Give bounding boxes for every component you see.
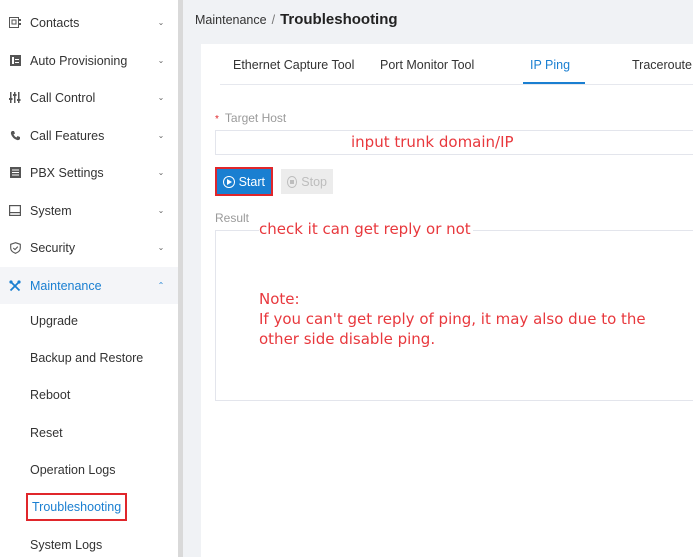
- phone-icon: [8, 130, 22, 141]
- chevron-down-icon: ⌄: [157, 168, 165, 177]
- tools-icon: [8, 279, 22, 292]
- sidebar-subitem-system-logs[interactable]: System Logs: [30, 535, 102, 555]
- sidebar-item-label: Security: [30, 240, 76, 255]
- play-icon: [223, 175, 235, 188]
- target-host-label: * Target Host: [215, 111, 286, 125]
- sidebar-subitem-operation-logs[interactable]: Operation Logs: [30, 460, 115, 480]
- tab-traceroute[interactable]: Traceroute: [632, 58, 692, 72]
- page-title: Troubleshooting: [280, 11, 398, 28]
- result-label: Result: [215, 211, 250, 225]
- breadcrumb: Maintenance / Troubleshooting: [195, 11, 398, 28]
- annotation-note-title: Note:: [259, 290, 300, 308]
- sidebar-subitem-troubleshooting[interactable]: Troubleshooting: [25, 493, 128, 521]
- sidebar-item-maintenance[interactable]: Maintenance ⌃: [0, 267, 178, 304]
- annotation-result-hint: check it can get reply or not: [259, 220, 473, 238]
- annotation-note: Note: If you can't get reply of ping, it…: [259, 289, 689, 349]
- start-button-label: Start: [238, 174, 265, 189]
- contacts-icon: [8, 17, 22, 28]
- app-root: Contacts ⌄ Auto Provisioning ⌄ Call Cont…: [0, 0, 693, 557]
- sidebar-item-auto-provisioning[interactable]: Auto Provisioning ⌄: [0, 42, 178, 79]
- sidebar-item-label: PBX Settings: [30, 165, 104, 180]
- sidebar-item-label: System: [30, 203, 72, 218]
- sidebar-item-label: Maintenance: [30, 278, 102, 293]
- annotation-input-hint: input trunk domain/IP: [351, 133, 514, 151]
- sidebar-item-security[interactable]: Security ⌄: [0, 229, 178, 266]
- sidebar-item-call-control[interactable]: Call Control ⌄: [0, 79, 178, 116]
- start-button[interactable]: Start: [215, 167, 273, 196]
- stop-icon: [287, 175, 298, 188]
- monitor-icon: [8, 205, 22, 216]
- sidebar-item-pbx-settings[interactable]: PBX Settings ⌄: [0, 154, 178, 191]
- auto-provisioning-icon: [8, 55, 22, 66]
- sidebar-item-label: Auto Provisioning: [30, 53, 128, 68]
- chevron-down-icon: ⌄: [157, 206, 165, 215]
- pbx-settings-icon: [8, 167, 22, 178]
- tab-ethernet-capture-tool[interactable]: Ethernet Capture Tool: [233, 58, 354, 72]
- call-control-icon: [8, 92, 22, 103]
- chevron-down-icon: ⌄: [157, 93, 165, 102]
- required-mark: *: [215, 114, 219, 125]
- main-content: Maintenance / Troubleshooting Ethernet Cap…: [195, 0, 693, 557]
- sidebar-item-contacts[interactable]: Contacts ⌄: [0, 4, 178, 41]
- tab-bar: Ethernet Capture Tool Port Monitor Tool …: [220, 44, 693, 85]
- annotation-note-body: If you can't get reply of ping, it may a…: [259, 310, 646, 348]
- tab-port-monitor-tool[interactable]: Port Monitor Tool: [380, 58, 474, 72]
- chevron-down-icon: ⌄: [157, 131, 165, 140]
- sidebar-item-label: Contacts: [30, 15, 80, 30]
- stop-button[interactable]: Stop: [281, 169, 333, 194]
- chevron-down-icon: ⌄: [157, 243, 165, 252]
- chevron-up-icon: ⌃: [157, 281, 165, 290]
- sidebar-subitem-reset[interactable]: Reset: [30, 423, 63, 443]
- gutter: [183, 0, 195, 557]
- troubleshooting-panel: Ethernet Capture Tool Port Monitor Tool …: [201, 44, 693, 557]
- chevron-down-icon: ⌄: [157, 56, 165, 65]
- stop-button-label: Stop: [301, 174, 327, 189]
- sidebar-subitem-backup-and-restore[interactable]: Backup and Restore: [30, 348, 143, 368]
- chevron-down-icon: ⌄: [157, 18, 165, 27]
- sidebar: Contacts ⌄ Auto Provisioning ⌄ Call Cont…: [0, 0, 178, 557]
- breadcrumb-separator: /: [271, 13, 276, 27]
- sidebar-subitem-reboot[interactable]: Reboot: [30, 385, 70, 405]
- shield-icon: [8, 241, 22, 254]
- tab-ip-ping[interactable]: IP Ping: [530, 58, 570, 72]
- target-host-label-text: Target Host: [224, 111, 287, 125]
- sidebar-subitem-upgrade[interactable]: Upgrade: [30, 311, 78, 331]
- sidebar-item-call-features[interactable]: Call Features ⌄: [0, 117, 178, 154]
- sidebar-item-label: Call Control: [30, 90, 96, 105]
- sidebar-item-label: Call Features: [30, 128, 105, 143]
- sidebar-item-system[interactable]: System ⌄: [0, 192, 178, 229]
- active-tab-indicator: [523, 82, 585, 84]
- breadcrumb-parent[interactable]: Maintenance: [195, 13, 267, 27]
